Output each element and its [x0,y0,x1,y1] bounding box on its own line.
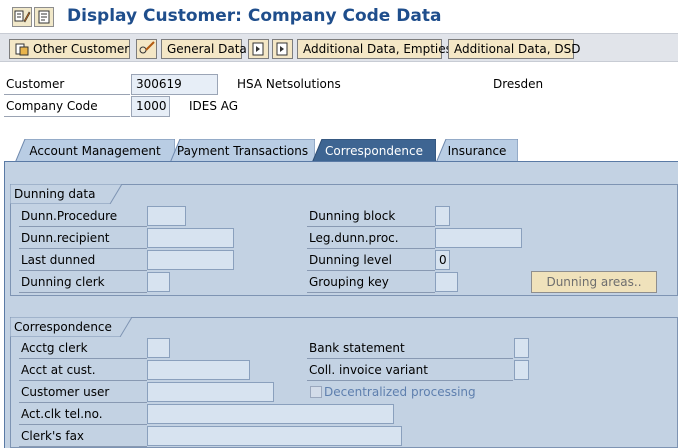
dunning-block-field[interactable] [435,206,450,226]
title-bar: Display Customer: Company Code Data [0,0,678,33]
customer-user-underline [19,402,147,403]
leg-dunn-proc-underline [307,248,435,249]
leg-dunn-proc-label: Leg.dunn.proc. [309,231,399,245]
acctg-clerk-label: Acctg clerk [21,341,88,355]
tab-insurance-label: Insurance [447,144,507,158]
tab-payment-transactions-label: Payment Transactions [176,144,309,158]
general-data-button[interactable]: General Data [161,39,247,59]
acctg-clerk-underline [19,358,147,359]
tab-account-management-label: Account Management [29,144,161,158]
decentralized-processing-checkbox[interactable] [310,386,322,398]
document-forward-icon [276,42,288,56]
company-code-label-underline [4,116,130,117]
change-display-icon[interactable] [12,7,32,27]
dunn-recipient-label: Dunn.recipient [21,231,110,245]
acct-at-cust-underline [19,380,147,381]
coll-invoice-variant-label: Coll. invoice variant [309,363,428,377]
last-dunned-label: Last dunned [21,253,96,267]
grouping-key-underline [307,292,435,293]
other-object-icon[interactable] [34,7,54,27]
other-customer-icon [15,42,29,61]
dunning-clerk-underline [19,292,147,293]
other-customer-button[interactable]: Other Customer [9,39,130,59]
clerks-fax-underline [19,446,147,447]
grouping-key-field[interactable] [435,272,458,292]
correspondence-title: Correspondence [14,320,112,334]
coll-invoice-variant-field[interactable] [514,360,529,380]
customer-label: Customer [6,77,65,91]
customer-city: Dresden [493,77,544,91]
company-code-field[interactable]: 1000 [131,96,170,117]
dunn-recipient-underline [19,248,147,249]
page-title: Display Customer: Company Code Data [67,6,442,26]
dunning-data-title: Dunning data [14,187,96,201]
act-clk-tel-label: Act.clk tel.no. [21,407,103,421]
dunn-procedure-underline [19,226,147,227]
display-change-button[interactable] [136,39,157,59]
customer-number-field[interactable]: 300619 [131,74,218,95]
acctg-clerk-field[interactable] [147,338,170,358]
bank-statement-underline [307,358,513,359]
last-dunned-field[interactable] [147,250,234,270]
glasses-pencil-icon [139,41,155,54]
company-code-name: IDES AG [189,99,239,113]
additional-data-empties-button[interactable]: Additional Data, Empties [297,39,452,59]
general-data-label: General Data [167,42,247,56]
document-back-icon [252,42,264,56]
correspondence-title-tab: Correspondence [10,317,132,337]
tab-correspondence[interactable]: Correspondence [312,139,436,163]
act-clk-tel-underline [19,424,147,425]
dunning-areas-button[interactable]: Dunning areas.. [531,271,657,293]
dunning-clerk-field[interactable] [147,272,170,292]
additional-data-dsd-label: Additional Data, DSD [454,42,581,56]
dunning-level-label: Dunning level [309,253,392,267]
tab-payment-transactions[interactable]: Payment Transactions [170,139,315,163]
acct-at-cust-field[interactable] [147,360,250,380]
decentralized-processing-label: Decentralized processing [324,385,476,399]
customer-user-label: Customer user [21,385,110,399]
tab-account-management[interactable]: Account Management [15,139,175,163]
act-clk-tel-field[interactable] [147,404,394,424]
additional-data-dsd-button[interactable]: Additional Data, DSD [448,39,580,59]
dunning-block-underline [307,226,435,227]
customer-name: HSA Netsolutions [237,77,341,91]
last-dunned-underline [19,270,147,271]
company-code-label: Company Code [6,99,98,113]
clerks-fax-field[interactable] [147,426,402,446]
leg-dunn-proc-field[interactable] [435,228,522,248]
application-toolbar: Other Customer General Data Additional D… [0,33,678,62]
previous-screen-button[interactable] [248,39,269,59]
bank-statement-label: Bank statement [309,341,405,355]
tab-correspondence-label: Correspondence [325,144,423,158]
dunning-clerk-label: Dunning clerk [21,275,105,289]
tab-insurance[interactable]: Insurance [436,139,518,163]
customer-user-field[interactable] [147,382,274,402]
customer-label-underline [4,94,130,95]
dunning-level-underline [307,270,435,271]
coll-invoice-variant-underline [307,380,513,381]
dunn-procedure-field[interactable] [147,206,186,226]
additional-data-empties-label: Additional Data, Empties [303,42,452,56]
clerks-fax-label: Clerk's fax [21,429,85,443]
next-screen-button[interactable] [272,39,293,59]
other-customer-label: Other Customer [33,42,130,56]
dunning-level-field[interactable]: 0 [435,250,450,270]
acct-at-cust-label: Acct at cust. [21,363,96,377]
grouping-key-label: Grouping key [309,275,389,289]
dunn-procedure-label: Dunn.Procedure [21,209,118,223]
bank-statement-field[interactable] [514,338,529,358]
dunning-block-label: Dunning block [309,209,396,223]
dunning-data-title-tab: Dunning data [10,184,122,204]
dunn-recipient-field[interactable] [147,228,234,248]
